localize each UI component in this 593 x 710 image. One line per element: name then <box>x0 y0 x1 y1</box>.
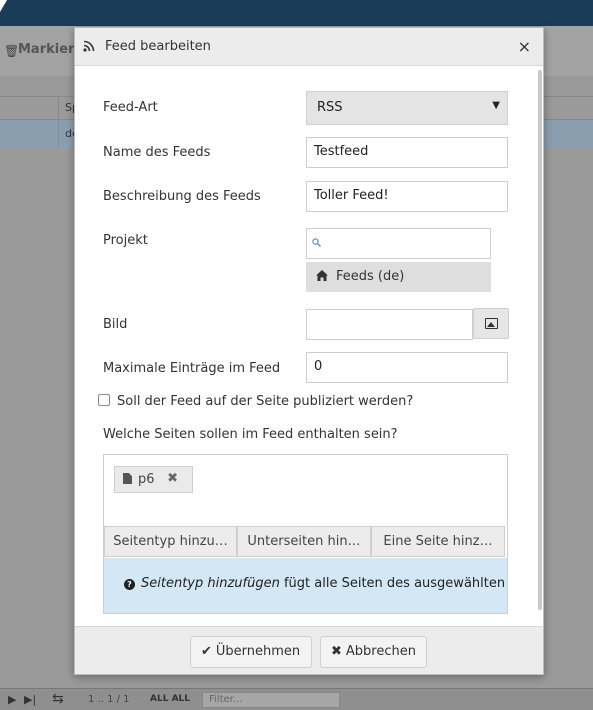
cancel-icon: ✖ <box>331 644 342 659</box>
refresh-icon: ⇆ <box>52 691 64 707</box>
page-tag-label: p6 <box>138 472 155 487</box>
info-message: ? Seitentyp hinzufügen fügt alle Seiten d… <box>104 558 507 613</box>
background-filter-input: Filter... <box>202 692 340 708</box>
max-entries-label: Maximale Einträge im Feed <box>103 361 281 376</box>
project-search-input[interactable] <box>306 228 491 259</box>
background-toolbar-text: Markiert <box>18 42 81 57</box>
pages-selector: p6 ✖ Seitentyp hinzu… Unterseiten hin… E… <box>103 454 508 614</box>
background-all-button: ALL ALL <box>150 694 191 704</box>
info-emphasis: Seitentyp hinzufügen <box>141 576 280 591</box>
remove-tag-icon[interactable]: ✖ <box>167 471 178 486</box>
dialog-footer: ✔ Übernehmen ✖ Abbrechen <box>75 626 543 674</box>
pages-label: Welche Seiten sollen im Feed enthalten s… <box>103 427 398 442</box>
image-input[interactable] <box>306 309 473 340</box>
feed-description-label: Beschreibung des Feeds <box>103 189 261 204</box>
info-text: fügt alle Seiten des ausgewählten S… <box>279 576 507 591</box>
next-page-icon: ▶ <box>8 693 17 706</box>
dialog-titlebar: Feed bearbeiten × <box>75 28 543 66</box>
max-entries-input[interactable]: 0 <box>306 352 508 383</box>
feed-type-label: Feed-Art <box>103 100 158 115</box>
feed-name-input[interactable]: Testfeed <box>306 137 508 168</box>
edit-feed-dialog: Feed bearbeiten × Feed-Art RSS ▼ Name de… <box>74 27 544 675</box>
rss-icon <box>83 40 95 52</box>
background-footer: ▶ ▶| ⇆ 1 .. 1 / 1 ALL ALL Filter... <box>0 688 593 710</box>
project-label: Projekt <box>103 233 148 248</box>
add-subpages-button[interactable]: Unterseiten hin… <box>237 526 371 557</box>
search-icon <box>312 238 321 247</box>
dialog-title: Feed bearbeiten <box>105 39 211 54</box>
dialog-scrollbar[interactable] <box>538 70 542 610</box>
add-page-type-button[interactable]: Seitentyp hinzu… <box>104 526 237 557</box>
project-item-label: Feeds (de) <box>336 269 405 284</box>
trash-icon: 🗑 <box>4 44 20 58</box>
close-icon[interactable]: × <box>518 37 531 56</box>
cancel-button[interactable]: ✖ Abbrechen <box>320 636 427 668</box>
page-tag: p6 ✖ <box>114 466 193 493</box>
cancel-button-label: Abbrechen <box>345 644 416 659</box>
image-picker-button[interactable] <box>473 308 509 339</box>
check-icon: ✔ <box>201 644 212 659</box>
home-icon <box>316 270 328 281</box>
add-pages-button-row: Seitentyp hinzu… Unterseiten hin… Eine S… <box>104 526 507 557</box>
add-single-page-button[interactable]: Eine Seite hinz… <box>371 526 505 557</box>
image-icon <box>485 318 498 329</box>
app-topbar <box>0 0 593 26</box>
apply-button[interactable]: ✔ Übernehmen <box>190 636 312 668</box>
image-label: Bild <box>103 317 128 332</box>
background-pager: 1 .. 1 / 1 <box>88 694 130 705</box>
caret-down-icon: ▼ <box>492 100 500 111</box>
feed-type-select[interactable]: RSS ▼ <box>306 91 508 125</box>
feed-description-input[interactable]: Toller Feed! <box>306 181 508 212</box>
feed-name-label: Name des Feeds <box>103 145 211 160</box>
apply-button-label: Übernehmen <box>215 644 301 659</box>
question-icon: ? <box>124 579 135 590</box>
dialog-content: Feed-Art RSS ▼ Name des Feeds Testfeed B… <box>75 66 543 626</box>
project-item[interactable]: Feeds (de) <box>306 262 491 292</box>
publish-label: Soll der Feed auf der Seite publiziert w… <box>117 394 414 409</box>
file-icon <box>123 473 132 484</box>
feed-type-value: RSS <box>317 100 343 115</box>
mouse-cursor-icon <box>0 0 7 12</box>
publish-checkbox[interactable] <box>98 394 110 406</box>
last-page-icon: ▶| <box>24 693 37 706</box>
